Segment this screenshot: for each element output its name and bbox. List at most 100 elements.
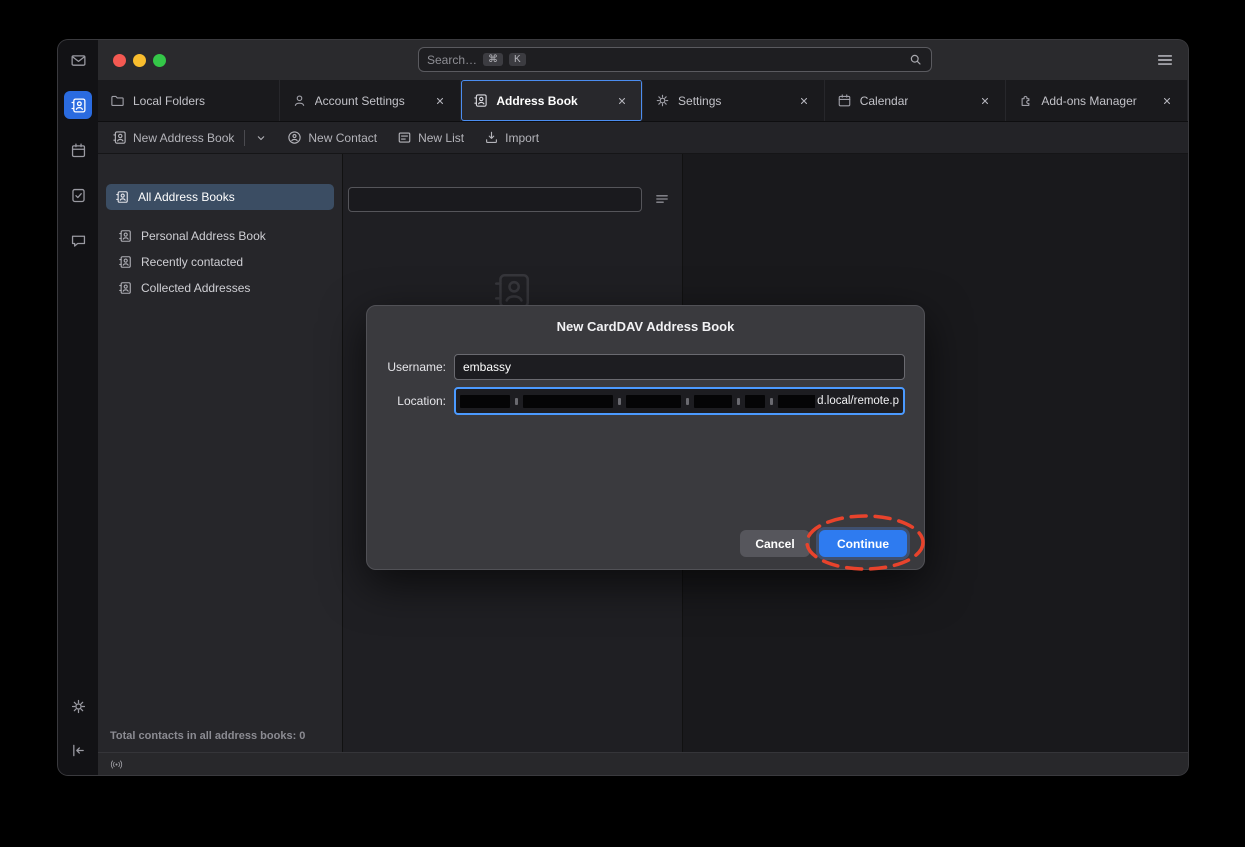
tab-close-icon[interactable] <box>614 93 630 109</box>
status-bar <box>98 752 1188 775</box>
address-books-pane: All Address Books Personal Address Book … <box>98 154 343 752</box>
tab-close-icon[interactable] <box>1159 93 1175 109</box>
address-book-icon <box>118 229 132 243</box>
tab-account-settings[interactable]: Account Settings <box>280 80 462 121</box>
hamburger-icon <box>1156 51 1174 69</box>
collapse-icon <box>70 742 87 759</box>
gear-icon <box>655 93 670 108</box>
tab-label: Account Settings <box>315 94 405 108</box>
tab-close-icon[interactable] <box>796 93 812 109</box>
list-item-label: Personal Address Book <box>141 229 266 243</box>
tasks-space-button[interactable] <box>64 181 92 209</box>
tab-bar: Local Folders Account Settings Address B… <box>98 80 1188 122</box>
settings-gear-icon <box>70 698 87 715</box>
chevron-down-icon[interactable] <box>255 132 267 144</box>
total-contacts-status: Total contacts in all address books: 0 <box>110 730 305 742</box>
tab-close-icon[interactable] <box>432 93 448 109</box>
address-book-icon <box>70 97 87 114</box>
list-item-recently-contacted[interactable]: Recently contacted <box>109 249 334 275</box>
list-item-collected-addresses[interactable]: Collected Addresses <box>109 275 334 301</box>
list-item-label: Collected Addresses <box>141 281 250 295</box>
tasks-icon <box>70 187 87 204</box>
address-book-icon <box>115 190 129 204</box>
account-icon <box>292 93 307 108</box>
close-window-button[interactable] <box>113 54 126 67</box>
calendar-space-button[interactable] <box>64 136 92 164</box>
cmd-key-badge: ⌘ <box>483 53 503 66</box>
global-search[interactable]: Search… ⌘ K <box>418 47 932 72</box>
tab-settings[interactable]: Settings <box>643 80 825 121</box>
new-address-book-button[interactable]: New Address Book <box>112 130 267 146</box>
puzzle-icon <box>1018 93 1033 108</box>
divider <box>244 130 245 146</box>
new-contact-icon <box>287 130 302 145</box>
tab-calendar[interactable]: Calendar <box>825 80 1007 121</box>
location-row: Location: d.local/remote.p <box>383 387 905 415</box>
folder-icon <box>110 93 125 108</box>
chat-icon <box>70 232 87 249</box>
address-book-icon <box>112 130 127 145</box>
tab-label: Address Book <box>496 94 577 108</box>
location-input[interactable]: d.local/remote.p <box>454 387 905 415</box>
import-icon <box>484 130 499 145</box>
tab-label: Local Folders <box>133 94 205 108</box>
app-window: Search… ⌘ K Local Folders Account Settin… <box>58 40 1188 775</box>
minimize-window-button[interactable] <box>133 54 146 67</box>
redacted-text <box>460 395 815 408</box>
continue-button[interactable]: Continue <box>819 530 907 557</box>
new-list-icon <box>397 130 412 145</box>
tab-label: Settings <box>678 94 721 108</box>
list-item-all-address-books[interactable]: All Address Books <box>106 184 334 210</box>
list-item-personal-address-book[interactable]: Personal Address Book <box>109 223 334 249</box>
new-list-button[interactable]: New List <box>397 130 464 145</box>
import-label: Import <box>505 131 539 145</box>
new-address-book-label: New Address Book <box>133 131 234 145</box>
list-item-label: Recently contacted <box>141 255 243 269</box>
calendar-icon <box>837 93 852 108</box>
username-row: Username: <box>383 354 905 380</box>
tab-label: Calendar <box>860 94 909 108</box>
tab-close-icon[interactable] <box>977 93 993 109</box>
address-book-icon <box>118 255 132 269</box>
chat-space-button[interactable] <box>64 226 92 254</box>
contacts-search-input[interactable] <box>348 187 642 212</box>
titlebar: Search… ⌘ K <box>98 40 1188 80</box>
app-menu-button[interactable] <box>1156 51 1174 69</box>
new-list-label: New List <box>418 131 464 145</box>
list-item-label: All Address Books <box>138 190 235 204</box>
new-carddav-dialog: New CardDAV Address Book Username: Locat… <box>366 305 925 570</box>
broadcast-icon <box>109 757 124 772</box>
dialog-buttons: Cancel Continue <box>740 530 907 557</box>
new-contact-button[interactable]: New Contact <box>287 130 377 145</box>
cancel-button[interactable]: Cancel <box>740 530 810 557</box>
k-key-badge: K <box>509 53 526 66</box>
tab-local-folders[interactable]: Local Folders <box>98 80 280 121</box>
calendar-icon <box>70 142 87 159</box>
search-placeholder: Search… <box>427 53 477 67</box>
mail-space-button[interactable] <box>64 46 92 74</box>
mail-icon <box>70 52 87 69</box>
tab-addons-manager[interactable]: Add-ons Manager <box>1006 80 1188 121</box>
search-icon <box>908 52 923 67</box>
display-options-button[interactable] <box>654 191 670 207</box>
address-book-space-button[interactable] <box>64 91 92 119</box>
address-book-icon <box>118 281 132 295</box>
collapse-spaces-button[interactable] <box>64 736 92 764</box>
address-books-list: All Address Books Personal Address Book … <box>106 184 334 301</box>
username-input[interactable] <box>454 354 905 380</box>
zoom-window-button[interactable] <box>153 54 166 67</box>
new-contact-label: New Contact <box>308 131 377 145</box>
settings-button[interactable] <box>64 692 92 720</box>
spaces-toolbar <box>58 40 98 775</box>
traffic-lights <box>113 54 166 67</box>
dialog-title: New CardDAV Address Book <box>367 319 924 334</box>
location-visible-text: d.local/remote.p <box>817 395 899 407</box>
username-label: Username: <box>383 360 446 374</box>
address-book-icon <box>473 93 488 108</box>
address-book-toolbar: New Address Book New Contact New List Im… <box>98 122 1188 154</box>
tab-label: Add-ons Manager <box>1041 94 1136 108</box>
import-button[interactable]: Import <box>484 130 539 145</box>
location-label: Location: <box>383 394 446 408</box>
tab-address-book[interactable]: Address Book <box>461 80 643 121</box>
address-books-children: Personal Address Book Recently contacted… <box>106 223 334 301</box>
